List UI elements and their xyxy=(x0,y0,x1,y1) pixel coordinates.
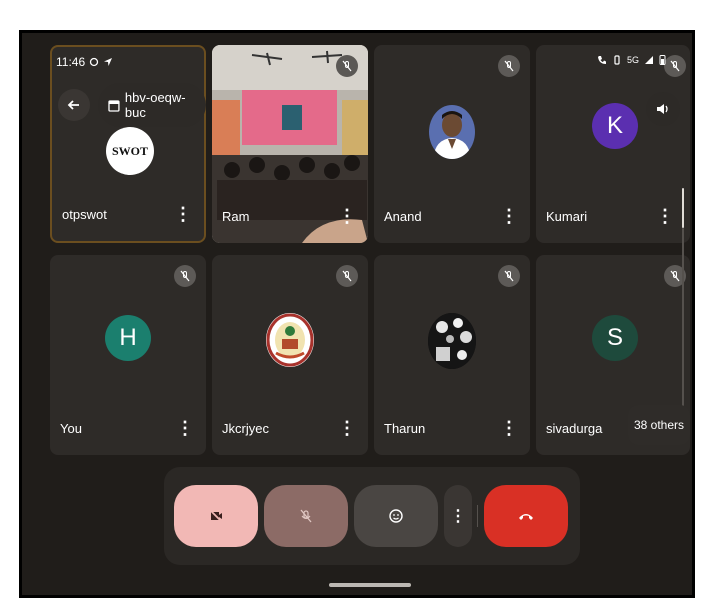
avatar-letter: K xyxy=(606,112,623,139)
mic-off-icon xyxy=(670,60,680,72)
participant-name: sivadurga xyxy=(546,421,603,436)
others-label: 38 others xyxy=(633,418,685,432)
camera-toggle-button[interactable] xyxy=(174,485,258,547)
muted-badge xyxy=(336,55,358,77)
status-icons: 5G xyxy=(597,54,666,65)
call-end-icon xyxy=(519,514,533,520)
mic-off-icon xyxy=(300,509,312,523)
participant-tile-kumari[interactable]: K Kumari ⋮ xyxy=(536,45,690,243)
mic-off-icon xyxy=(180,270,190,282)
grid-scrollbar[interactable] xyxy=(682,188,685,588)
meet-call-screen: 11:46 5G hbv-oeqw-buc SWOT otpswot ⋮ Ram… xyxy=(19,30,695,598)
college-logo xyxy=(266,313,314,367)
participant-name: You xyxy=(60,421,82,436)
others-chip[interactable]: 38 others xyxy=(628,405,690,445)
mic-off-icon xyxy=(342,270,352,282)
swot-logo: SWOT xyxy=(106,127,154,175)
back-button[interactable] xyxy=(58,89,90,121)
mic-off-icon xyxy=(342,60,352,72)
participant-tile-ram[interactable]: Ram ⋮ xyxy=(212,45,368,243)
muted-badge xyxy=(498,265,520,287)
swot-logo-text: SWOT xyxy=(111,143,148,158)
home-indicator[interactable] xyxy=(329,583,411,587)
participant-tile-anand[interactable]: Anand ⋮ xyxy=(374,45,530,243)
participant-name: Tharun xyxy=(384,421,426,436)
hang-up-button[interactable] xyxy=(484,485,568,547)
avatar-letter: H xyxy=(119,324,137,351)
muted-badge xyxy=(336,265,358,287)
meeting-code-chip[interactable]: hbv-oeqw-buc xyxy=(98,83,206,127)
avatar: K xyxy=(592,103,638,149)
mic-off-icon xyxy=(504,60,514,72)
speaker-button[interactable] xyxy=(646,92,680,126)
muted-badge xyxy=(664,55,686,77)
more-vert-icon[interactable]: ⋮ xyxy=(338,207,356,225)
sync-icon xyxy=(89,57,99,67)
more-vert-icon[interactable]: ⋮ xyxy=(656,207,674,225)
more-vert-icon[interactable]: ⋮ xyxy=(500,207,518,225)
mic-off-icon xyxy=(504,270,514,282)
wifi-calling-icon xyxy=(597,55,606,64)
calendar-icon xyxy=(108,99,120,112)
avatar-letter: S xyxy=(606,324,623,351)
participant-tile-jkcrjyec[interactable]: Jkcrjyec ⋮ xyxy=(212,255,368,455)
battery-icon xyxy=(659,55,666,65)
vibrate-icon xyxy=(614,54,620,65)
more-vert-icon: ⋮ xyxy=(450,508,466,525)
controls-divider xyxy=(477,505,478,527)
avatar: S xyxy=(592,315,638,361)
muted-badge xyxy=(174,265,196,287)
participant-name: Kumari xyxy=(546,209,588,224)
participant-tile-you[interactable]: H You ⋮ xyxy=(50,255,206,455)
participant-name: Ram xyxy=(222,209,250,224)
more-vert-icon[interactable]: ⋮ xyxy=(174,205,192,223)
network-type: 5G xyxy=(626,54,639,65)
participant-tile-tharun[interactable]: Tharun ⋮ xyxy=(374,255,530,455)
more-vert-icon[interactable]: ⋮ xyxy=(500,419,518,437)
call-controls: ⋮ xyxy=(164,467,580,565)
camera-off-icon xyxy=(209,509,223,523)
location-icon xyxy=(104,58,113,66)
signal-icon xyxy=(645,55,653,64)
muted-badge xyxy=(498,55,520,77)
participant-tile-otpswot[interactable]: SWOT otpswot ⋮ xyxy=(50,45,206,243)
participant-photo xyxy=(429,105,475,159)
status-time-text: 11:46 xyxy=(56,55,86,69)
avatar: H xyxy=(105,315,151,361)
participant-name: otpswot xyxy=(62,207,107,222)
status-time: 11:46 xyxy=(56,55,113,69)
mic-toggle-button[interactable] xyxy=(264,485,348,547)
participant-photo xyxy=(428,313,476,369)
reactions-button[interactable] xyxy=(354,485,438,547)
more-options-button[interactable]: ⋮ xyxy=(444,485,472,547)
participant-name: Jkcrjyec xyxy=(222,421,269,436)
mic-off-icon xyxy=(670,270,680,282)
arrow-back-icon xyxy=(67,100,79,110)
participant-name: Anand xyxy=(384,209,422,224)
more-vert-icon[interactable]: ⋮ xyxy=(338,419,356,437)
more-vert-icon[interactable]: ⋮ xyxy=(176,419,194,437)
speaker-icon xyxy=(657,104,668,114)
meeting-code-text: hbv-oeqw-buc xyxy=(124,90,186,120)
emoji-icon xyxy=(389,509,403,523)
